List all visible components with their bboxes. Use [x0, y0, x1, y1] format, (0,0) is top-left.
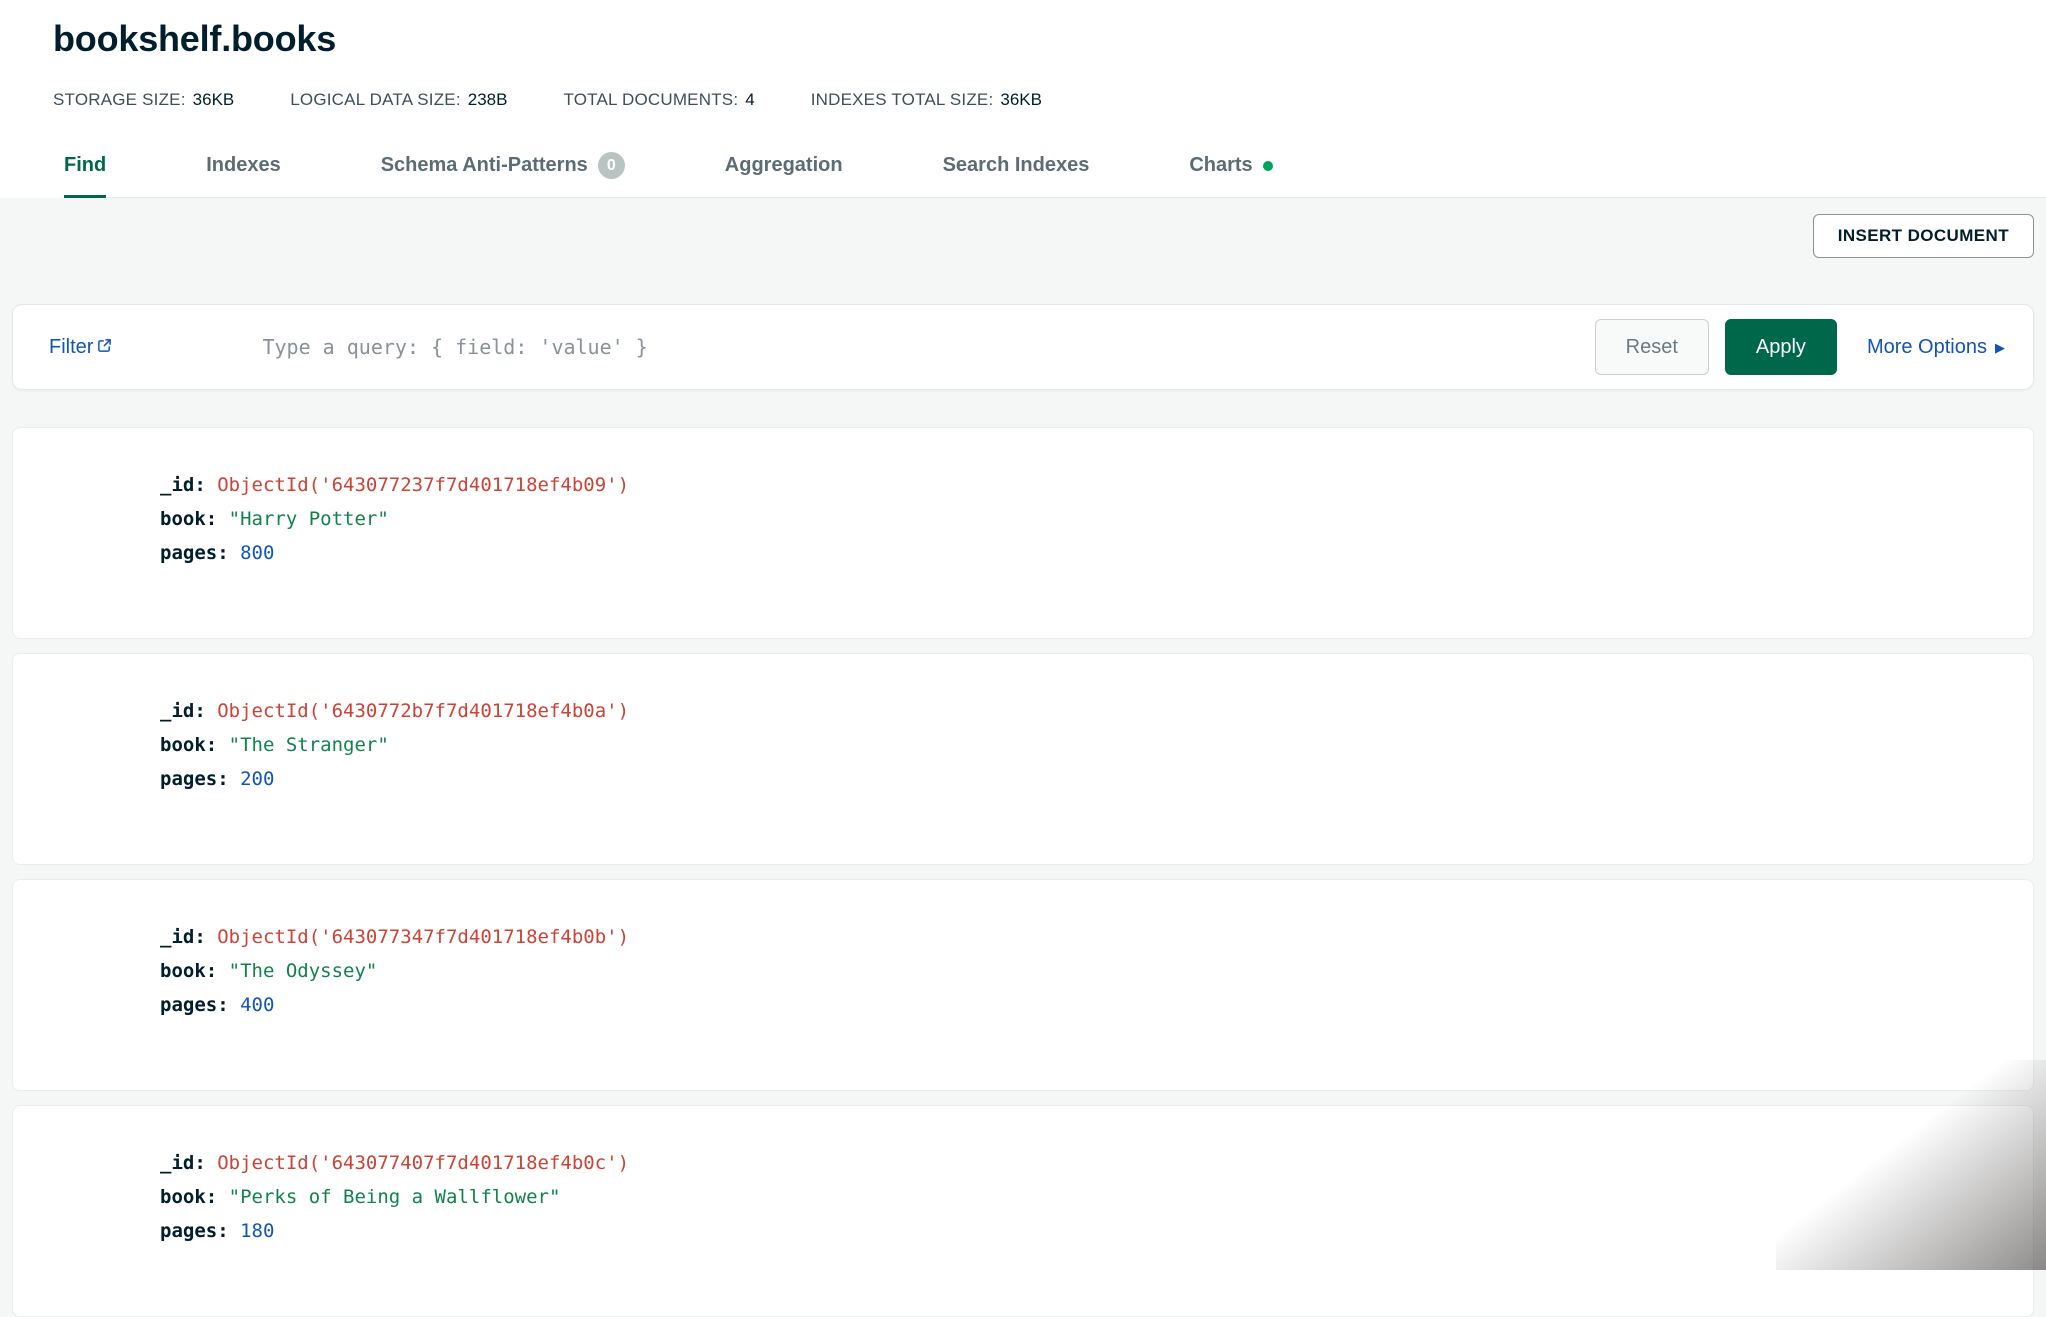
document-field: _id: ObjectId('643077407f7d401718ef4b0c'… — [160, 1146, 2013, 1180]
query-bar: Filter Reset Apply More Options ▶ — [12, 304, 2034, 390]
field-value: 200 — [240, 768, 274, 790]
document-field: book: "Perks of Being a Wallflower" — [160, 1180, 2013, 1214]
field-value: 180 — [240, 1220, 274, 1242]
stat-label: INDEXES TOTAL SIZE: — [811, 90, 994, 109]
field-value: "The Stranger" — [229, 734, 389, 756]
document-card[interactable]: _id: ObjectId('6430772b7f7d401718ef4b0a'… — [12, 653, 2034, 865]
document-field: book: "The Stranger" — [160, 728, 2013, 762]
apply-button[interactable]: Apply — [1725, 319, 1837, 375]
field-key: pages: — [160, 768, 229, 790]
tab-schema-anti-patterns[interactable]: Schema Anti-Patterns 0 — [381, 152, 625, 198]
field-value: ObjectId('643077407f7d401718ef4b0c') — [217, 1152, 629, 1174]
field-value: ObjectId('643077347f7d401718ef4b0b') — [217, 926, 629, 948]
document-card[interactable]: _id: ObjectId('643077407f7d401718ef4b0c'… — [12, 1105, 2034, 1317]
tab-bar: Find Indexes Schema Anti-Patterns 0 Aggr… — [64, 152, 2046, 198]
field-key: book: — [160, 960, 217, 982]
insert-document-button[interactable]: INSERT DOCUMENT — [1813, 214, 2034, 258]
item-indexes-total-size-: INDEXES TOTAL SIZE: 36KB — [811, 90, 1042, 110]
field-key: pages: — [160, 542, 229, 564]
document-field: book: "Harry Potter" — [160, 502, 2013, 536]
stat-label: TOTAL DOCUMENTS: — [563, 90, 738, 109]
field-key: _id: — [160, 1152, 206, 1174]
document-field: pages: 200 — [160, 762, 2013, 796]
item-logical-data-size-: LOGICAL DATA SIZE: 238B — [290, 90, 507, 110]
document-field: pages: 400 — [160, 988, 2013, 1022]
field-key: _id: — [160, 474, 206, 496]
document-card[interactable]: _id: ObjectId('643077237f7d401718ef4b09'… — [12, 427, 2034, 639]
stat-value: 4 — [745, 90, 754, 109]
filter-link[interactable]: Filter — [49, 336, 112, 359]
field-value: ObjectId('6430772b7f7d401718ef4b0a') — [217, 700, 629, 722]
more-options-label: More Options — [1867, 336, 1987, 359]
field-value: "The Odyssey" — [229, 960, 378, 982]
document-field: _id: ObjectId('643077347f7d401718ef4b0b'… — [160, 920, 2013, 954]
field-key: book: — [160, 734, 217, 756]
collection-stats: STORAGE SIZE: 36KB LOGICAL DATA SIZE: 238B… — [0, 60, 2046, 110]
caret-right-icon: ▶ — [1995, 341, 2005, 354]
tab-label: Search Indexes — [943, 154, 1090, 177]
document-field: book: "The Odyssey" — [160, 954, 2013, 988]
document-field: _id: ObjectId('643077237f7d401718ef4b09'… — [160, 468, 2013, 502]
item-storage-size-: STORAGE SIZE: 36KB — [53, 90, 234, 110]
field-value: "Harry Potter" — [229, 508, 389, 530]
document-field: pages: 800 — [160, 536, 2013, 570]
document-list: _id: ObjectId('643077237f7d401718ef4b09'… — [12, 427, 2034, 1317]
page-title: bookshelf.books — [0, 14, 2046, 60]
filter-link-label: Filter — [49, 336, 93, 359]
stat-value: 36KB — [1000, 90, 1042, 109]
collection-header: bookshelf.books STORAGE SIZE: 36KB LOGICA… — [0, 0, 2046, 198]
field-key: pages: — [160, 994, 229, 1016]
tab-charts[interactable]: Charts — [1189, 152, 1272, 198]
tab-aggregation[interactable]: Aggregation — [725, 152, 843, 198]
tab-label: Indexes — [206, 154, 280, 177]
tab-count-badge: 0 — [598, 152, 625, 179]
field-key: _id: — [160, 926, 206, 948]
more-options-link[interactable]: More Options ▶ — [1867, 336, 2005, 359]
collection-content: INSERT DOCUMENT Filter Reset Apply More … — [0, 198, 2046, 1317]
field-key: _id: — [160, 700, 206, 722]
field-value: 800 — [240, 542, 274, 564]
field-key: pages: — [160, 1220, 229, 1242]
stat-label: STORAGE SIZE: — [53, 90, 186, 109]
field-value: 400 — [240, 994, 274, 1016]
stat-value: 238B — [468, 90, 508, 109]
document-card[interactable]: _id: ObjectId('643077347f7d401718ef4b0b'… — [12, 879, 2034, 1091]
query-bar-actions: Reset Apply More Options ▶ — [1595, 319, 2005, 375]
field-key: book: — [160, 1186, 217, 1208]
tab-label: Schema Anti-Patterns — [381, 154, 588, 177]
charts-status-dot-icon — [1263, 161, 1273, 171]
tab-indexes[interactable]: Indexes — [206, 152, 280, 198]
tab-label: Find — [64, 154, 106, 177]
stat-value: 36KB — [193, 90, 235, 109]
document-field: _id: ObjectId('6430772b7f7d401718ef4b0a'… — [160, 694, 2013, 728]
filter-query-input[interactable] — [262, 335, 1574, 359]
field-value: ObjectId('643077237f7d401718ef4b09') — [217, 474, 629, 496]
reset-button[interactable]: Reset — [1595, 319, 1709, 375]
document-field: pages: 180 — [160, 1214, 2013, 1248]
external-link-icon — [97, 336, 112, 359]
tab-label: Aggregation — [725, 154, 843, 177]
stat-label: LOGICAL DATA SIZE: — [290, 90, 461, 109]
tab-label: Charts — [1189, 154, 1252, 177]
field-key: book: — [160, 508, 217, 530]
tab-search-indexes[interactable]: Search Indexes — [943, 152, 1090, 198]
item-total-documents-: TOTAL DOCUMENTS: 4 — [563, 90, 754, 110]
actions-row: INSERT DOCUMENT — [0, 198, 2046, 258]
field-value: "Perks of Being a Wallflower" — [229, 1186, 561, 1208]
tab-find[interactable]: Find — [64, 152, 106, 198]
